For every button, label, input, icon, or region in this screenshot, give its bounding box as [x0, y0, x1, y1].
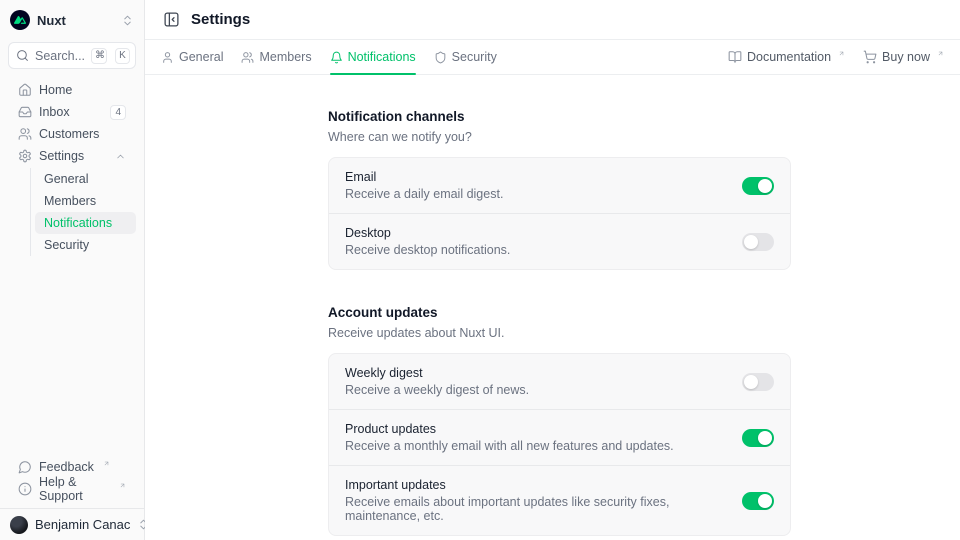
tab-label: Members — [259, 50, 311, 64]
section-description: Receive updates about Nuxt UI. — [328, 326, 791, 340]
avatar — [10, 516, 28, 534]
sidebar-item-label: Customers — [39, 127, 99, 141]
search-input[interactable]: Search... ⌘ K — [8, 42, 136, 69]
sidebar-item-general[interactable]: General — [35, 168, 136, 190]
notification-channels-section: Notification channels Where can we notif… — [328, 109, 791, 270]
sidebar-item-label: Members — [44, 194, 96, 208]
setting-row-product-updates: Product updates Receive a monthly email … — [329, 409, 790, 465]
setting-title: Email — [345, 170, 503, 184]
inbox-icon — [18, 105, 32, 119]
sidebar-item-label: Security — [44, 238, 89, 252]
setting-title: Product updates — [345, 422, 674, 436]
shield-icon — [434, 51, 447, 64]
nuxt-logo — [10, 10, 30, 30]
product-updates-toggle[interactable] — [742, 429, 774, 447]
external-link-icon — [838, 50, 845, 57]
footer-item-label: Feedback — [39, 460, 94, 474]
info-circle-icon — [18, 482, 32, 496]
footer-item-label: Help & Support — [39, 475, 110, 503]
desktop-toggle[interactable] — [742, 233, 774, 251]
users-icon — [18, 127, 32, 141]
main-panel: Settings General Members Notifications S… — [145, 0, 960, 540]
setting-title: Weekly digest — [345, 366, 529, 380]
sidebar-item-inbox[interactable]: Inbox 4 — [8, 101, 136, 123]
setting-description: Receive a daily email digest. — [345, 187, 503, 201]
user-menu[interactable]: Benjamin Canac — [8, 516, 136, 534]
help-support-link[interactable]: Help & Support — [8, 478, 136, 500]
tab-security[interactable]: Security — [434, 40, 497, 74]
sidebar-item-label: Inbox — [39, 105, 70, 119]
setting-title: Desktop — [345, 226, 510, 240]
sidebar-item-label: Settings — [39, 149, 84, 163]
weekly-digest-toggle[interactable] — [742, 373, 774, 391]
user-icon — [161, 51, 174, 64]
sidebar-item-label: General — [44, 172, 88, 186]
tab-general[interactable]: General — [161, 40, 223, 74]
chat-bubble-icon — [18, 460, 32, 474]
chevron-up-down-icon — [121, 14, 134, 27]
sidebar-item-customers[interactable]: Customers — [8, 123, 136, 145]
sidebar-item-settings[interactable]: Settings — [8, 145, 136, 167]
book-open-icon — [728, 50, 742, 64]
external-link-icon — [937, 50, 944, 57]
tab-label: Notifications — [348, 50, 416, 64]
page-header: Settings — [145, 0, 960, 40]
setting-row-important-updates: Important updates Receive emails about i… — [329, 465, 790, 535]
external-link-icon — [103, 460, 110, 467]
tab-label: Security — [452, 50, 497, 64]
tab-notifications[interactable]: Notifications — [330, 40, 416, 74]
kbd-k: K — [115, 48, 130, 64]
sidebar-item-members[interactable]: Members — [35, 190, 136, 212]
settings-card: Weekly digest Receive a weekly digest of… — [328, 353, 791, 536]
sidebar: Nuxt Search... ⌘ K Home Inbox 4 — [0, 0, 145, 540]
tab-members[interactable]: Members — [241, 40, 311, 74]
tab-label: General — [179, 50, 223, 64]
sidebar-item-notifications[interactable]: Notifications — [35, 212, 136, 234]
workspace-switcher[interactable]: Nuxt — [8, 8, 136, 32]
external-link-icon — [119, 482, 126, 489]
home-icon — [18, 83, 32, 97]
settings-subnav: General Members Notifications Security — [30, 168, 136, 256]
section-description: Where can we notify you? — [328, 130, 791, 144]
settings-card: Email Receive a daily email digest. Desk… — [328, 157, 791, 270]
action-label: Documentation — [747, 50, 831, 64]
setting-row-email: Email Receive a daily email digest. — [329, 158, 790, 213]
sidebar-item-label: Home — [39, 83, 72, 97]
search-placeholder: Search... — [35, 49, 85, 63]
setting-description: Receive a monthly email with all new fea… — [345, 439, 674, 453]
email-toggle[interactable] — [742, 177, 774, 195]
setting-row-desktop: Desktop Receive desktop notifications. — [329, 213, 790, 269]
setting-description: Receive desktop notifications. — [345, 243, 510, 257]
collapse-sidebar-button[interactable] — [161, 9, 182, 30]
buy-now-link[interactable]: Buy now — [863, 50, 944, 64]
page-title: Settings — [191, 11, 250, 28]
sidebar-item-security[interactable]: Security — [35, 234, 136, 256]
section-title: Notification channels — [328, 109, 791, 124]
section-title: Account updates — [328, 305, 791, 320]
documentation-link[interactable]: Documentation — [728, 50, 845, 64]
account-updates-section: Account updates Receive updates about Nu… — [328, 305, 791, 536]
inbox-count-badge: 4 — [110, 105, 126, 120]
search-icon — [16, 49, 29, 62]
kbd-meta: ⌘ — [91, 48, 107, 64]
gear-icon — [18, 149, 32, 163]
chevron-up-icon — [115, 151, 126, 162]
sidebar-item-label: Notifications — [44, 216, 112, 230]
setting-title: Important updates — [345, 478, 726, 492]
sidebar-item-home[interactable]: Home — [8, 79, 136, 101]
settings-content: Notification channels Where can we notif… — [145, 75, 960, 540]
settings-tabbar: General Members Notifications Security — [145, 40, 960, 75]
setting-row-weekly-digest: Weekly digest Receive a weekly digest of… — [329, 354, 790, 409]
workspace-name: Nuxt — [37, 13, 66, 28]
users-icon — [241, 51, 254, 64]
setting-description: Receive emails about important updates l… — [345, 495, 726, 523]
bell-icon — [330, 51, 343, 64]
shopping-cart-icon — [863, 50, 877, 64]
important-updates-toggle[interactable] — [742, 492, 774, 510]
user-name: Benjamin Canac — [35, 517, 130, 532]
setting-description: Receive a weekly digest of news. — [345, 383, 529, 397]
action-label: Buy now — [882, 50, 930, 64]
